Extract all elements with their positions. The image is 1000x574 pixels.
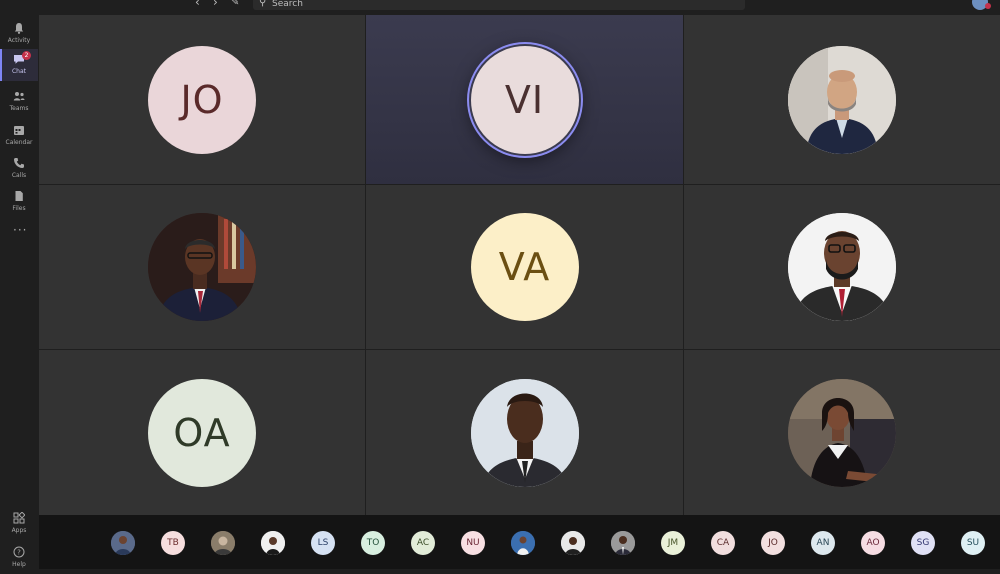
roster-initials: JO: [768, 538, 778, 548]
phone-icon: [13, 157, 25, 169]
participant-initials: OA: [173, 410, 231, 455]
rail-item-label: Help: [12, 561, 26, 568]
rail-item-label: Activity: [7, 37, 31, 44]
roster-avatar[interactable]: SG: [911, 531, 935, 555]
participant-tile[interactable]: [684, 185, 1000, 349]
rail-item-help[interactable]: ? Help: [0, 542, 38, 574]
participant-initials: VI: [504, 77, 545, 122]
rail-item-files[interactable]: Files: [0, 186, 38, 218]
participant-tile[interactable]: OA: [39, 350, 365, 515]
roster-avatar[interactable]: [211, 531, 235, 555]
roster-avatar[interactable]: [261, 531, 285, 555]
roster-initials: AO: [866, 538, 880, 548]
bell-icon: [13, 22, 25, 34]
participant-tile[interactable]: [684, 15, 1000, 184]
teams-icon: [13, 90, 25, 102]
chevron-left-icon[interactable]: ‹: [195, 0, 200, 8]
rail-item-label: Files: [12, 205, 26, 212]
compose-icon[interactable]: ✎: [231, 0, 239, 9]
help-icon: ?: [13, 546, 25, 558]
rail-item-activity[interactable]: Activity: [0, 18, 38, 50]
rail-item-calls[interactable]: Calls: [0, 153, 38, 185]
roster-initials: SU: [966, 538, 980, 548]
file-icon: [13, 190, 25, 202]
roster-initials: CA: [716, 538, 730, 548]
participant-avatar: JO: [148, 45, 256, 154]
participant-initials: JO: [180, 77, 224, 122]
participant-tile[interactable]: [39, 185, 365, 349]
participant-photo: [788, 213, 896, 321]
roster-avatar[interactable]: [561, 531, 585, 555]
rail-item-label: Chat: [11, 68, 27, 75]
roster-avatar[interactable]: NU: [461, 531, 485, 555]
calendar-icon: [13, 124, 25, 136]
roster-avatar[interactable]: [611, 531, 635, 555]
participant-photo: [148, 213, 256, 321]
participant-tile[interactable]: [366, 350, 683, 515]
chevron-right-icon[interactable]: ›: [213, 0, 218, 8]
participant-initials: VA: [498, 245, 551, 289]
search-placeholder: Search: [272, 0, 303, 9]
participant-tile[interactable]: VA: [366, 185, 683, 349]
participant-tile[interactable]: JO: [39, 15, 365, 184]
participant-avatar: OA: [148, 378, 256, 487]
roster-avatar[interactable]: AC: [411, 531, 435, 555]
search-input[interactable]: ⚲ Search: [253, 0, 745, 10]
roster-initials: SG: [916, 538, 930, 548]
participant-photo: [470, 378, 579, 487]
participant-avatar: VA: [470, 213, 579, 321]
participant-tile-speaking[interactable]: VI: [366, 15, 683, 184]
rail-item-label: Teams: [9, 105, 29, 112]
rail-item-more[interactable]: ···: [0, 224, 38, 240]
roster-initials: TB: [167, 538, 179, 548]
rail-item-teams[interactable]: Teams: [0, 86, 38, 118]
app-rail: Activity Chat 2 Teams Calendar Calls Fil…: [0, 12, 38, 569]
roster-avatar[interactable]: [511, 531, 535, 555]
participant-tile[interactable]: [684, 350, 1000, 515]
rail-item-calendar[interactable]: Calendar: [0, 120, 38, 152]
rail-item-label: Calendar: [5, 139, 33, 146]
participant-roster: TB LS TO AC NU JM CA JO AN AO SG SU: [39, 515, 1000, 569]
svg-text:?: ?: [17, 549, 21, 557]
rail-item-label: Apps: [11, 527, 27, 534]
roster-initials: TO: [366, 538, 380, 548]
rail-item-apps[interactable]: Apps: [0, 508, 38, 540]
participant-photo: [788, 45, 896, 154]
roster-initials: AN: [816, 538, 830, 548]
roster-initials: AC: [416, 538, 430, 548]
roster-initials: LS: [317, 538, 329, 548]
roster-avatar[interactable]: AO: [861, 531, 885, 555]
roster-avatar[interactable]: JO: [761, 531, 785, 555]
roster-avatar[interactable]: LS: [311, 531, 335, 555]
roster-avatar[interactable]: AN: [811, 531, 835, 555]
participant-photo: [788, 378, 896, 487]
roster-initials: NU: [466, 538, 480, 548]
presence-status-icon: [985, 3, 991, 9]
apps-icon: [13, 511, 26, 524]
rail-item-label: Calls: [11, 172, 27, 179]
unread-badge: 2: [22, 51, 31, 60]
roster-avatar[interactable]: TB: [161, 531, 185, 555]
more-icon: ···: [13, 223, 28, 237]
rail-item-chat[interactable]: Chat 2: [0, 49, 38, 81]
participant-avatar: VI: [470, 45, 579, 154]
roster-avatar[interactable]: CA: [711, 531, 735, 555]
title-bar: ‹ › ✎ ⚲ Search: [0, 0, 1000, 12]
roster-avatar[interactable]: [111, 531, 135, 555]
roster-initials: JM: [667, 538, 679, 548]
roster-avatar[interactable]: TO: [361, 531, 385, 555]
roster-avatar[interactable]: JM: [661, 531, 685, 555]
roster-avatar[interactable]: SU: [961, 531, 985, 555]
search-icon: ⚲: [259, 0, 267, 8]
meeting-stage: JO VI VA OA: [39, 15, 1000, 515]
